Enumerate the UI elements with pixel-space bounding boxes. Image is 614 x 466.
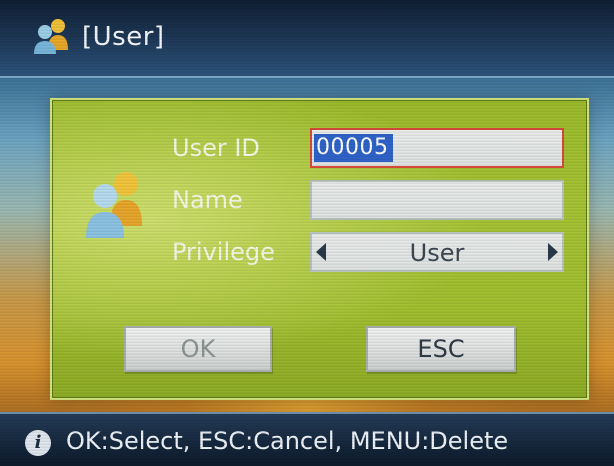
user-id-field[interactable]: 00005 xyxy=(310,128,564,168)
ok-button[interactable]: OK xyxy=(124,326,272,372)
name-field[interactable] xyxy=(310,180,564,220)
status-hint: OK:Select, ESC:Cancel, MENU:Delete xyxy=(66,427,509,455)
info-icon: i xyxy=(25,430,51,456)
name-label: Name xyxy=(172,186,243,214)
user-dialog: User ID 00005 Name Privilege User OK ESC xyxy=(50,98,589,400)
window-title: [User] xyxy=(82,22,165,52)
users-icon xyxy=(86,172,142,238)
user-id-label: User ID xyxy=(172,134,260,162)
status-bar: i OK:Select, ESC:Cancel, MENU:Delete xyxy=(0,412,614,466)
esc-button[interactable]: ESC xyxy=(366,326,516,372)
privilege-label: Privilege xyxy=(172,238,275,266)
users-icon xyxy=(34,19,68,54)
privilege-value: User xyxy=(409,239,465,267)
user-id-value: 00005 xyxy=(314,134,393,162)
device-screen: [User] User ID 00005 Name Privilege User… xyxy=(0,0,614,466)
title-bar: [User] xyxy=(0,0,614,78)
arrow-right-icon[interactable] xyxy=(548,243,558,261)
privilege-selector[interactable]: User xyxy=(310,232,564,272)
